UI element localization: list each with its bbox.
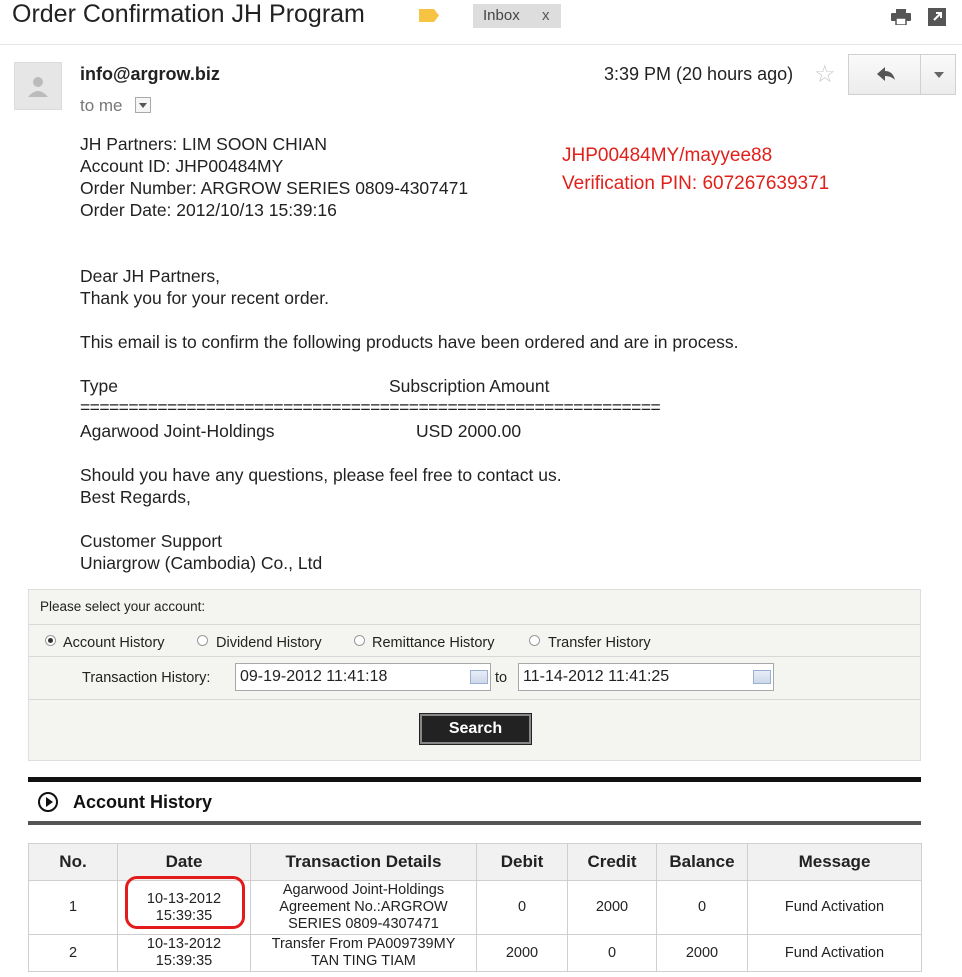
account-id-line: Account ID: JHP00484MY (80, 156, 284, 176)
details-text: Agarwood Joint-Holdings (282, 882, 445, 898)
date-highlight-circle (125, 876, 245, 929)
reply-icon (877, 67, 895, 81)
details-text: Transfer From PA009739MY (271, 936, 456, 952)
account-history-title: Account History (73, 792, 213, 812)
sender-address[interactable]: info@argrow.biz (80, 64, 220, 85)
column-header: Message (747, 843, 922, 881)
reply-button[interactable] (848, 54, 920, 95)
message-time: 3:39 PM (20 hours ago) (604, 64, 794, 84)
panel-title: Please select your account: (40, 599, 206, 614)
radio-dividend-history[interactable] (197, 635, 208, 646)
signature-team: Customer Support (80, 531, 223, 551)
questions-line: Should you have any questions, please fe… (80, 465, 562, 485)
thanks-line: Thank you for your recent order. (80, 288, 330, 308)
radio-transfer-history[interactable] (529, 635, 540, 646)
order-item-amount: USD 2000.00 (416, 421, 522, 441)
play-circle-icon (38, 792, 58, 812)
cell-no: 2 (28, 934, 118, 972)
confirm-line: This email is to confirm the following p… (80, 332, 739, 352)
order-number-line: Order Number: ARGROW SERIES 0809-4307471 (80, 178, 469, 198)
new-window-icon[interactable] (928, 8, 946, 26)
cell-details: Agarwood Joint-Holdings Agreement No.:ARG… (250, 880, 477, 935)
time-text: 15:39:35 (155, 953, 213, 969)
cell-debit: 2000 (476, 934, 568, 972)
cell-balance: 0 (656, 880, 748, 935)
to-date-input[interactable] (518, 663, 774, 691)
column-header: Debit (476, 843, 568, 881)
importance-label-icon[interactable] (419, 9, 439, 22)
separator-line: ========================================… (80, 397, 661, 417)
radio-account-history[interactable] (45, 635, 56, 646)
cell-message: Fund Activation (747, 934, 922, 972)
cell-no: 1 (28, 880, 118, 935)
to-label: to (495, 670, 508, 686)
section-divider (28, 821, 921, 825)
pin-annotation: Verification PIN: 607267639371 (562, 173, 830, 194)
radio-remittance-history[interactable] (354, 635, 365, 646)
credential-annotation: JHP00484MY/mayyee88 (562, 145, 773, 166)
panel-divider (28, 624, 921, 625)
signature-company: Uniargrow (Cambodia) Co., Ltd (80, 553, 323, 573)
column-header: Date (117, 843, 251, 881)
option-transfer-history[interactable]: Transfer History (548, 635, 651, 651)
details-text: Agreement No.:ARGROW (279, 899, 448, 915)
cell-debit: 0 (476, 880, 568, 935)
cell-balance: 2000 (656, 934, 748, 972)
option-account-history[interactable]: Account History (63, 635, 165, 651)
inbox-label-chip[interactable]: Inbox x (473, 4, 561, 28)
avatar (14, 62, 62, 110)
remove-label-button[interactable]: x (542, 7, 550, 24)
transaction-history-label: Transaction History: (82, 670, 211, 686)
star-icon[interactable]: ☆ (814, 60, 836, 89)
partners-line: JH Partners: LIM SOON CHIAN (80, 134, 327, 154)
calendar-icon[interactable] (753, 670, 771, 684)
cell-message: Fund Activation (747, 880, 922, 935)
cell-details: Transfer From PA009739MY TAN TING TIAM (250, 934, 477, 972)
person-icon (28, 77, 48, 97)
regards-line: Best Regards, (80, 487, 191, 507)
calendar-icon[interactable] (470, 670, 488, 684)
panel-divider (28, 699, 921, 700)
column-header: Credit (567, 843, 657, 881)
panel-divider (28, 656, 921, 657)
column-header: Transaction Details (250, 843, 477, 881)
order-col-type: Type (80, 376, 118, 396)
search-button[interactable]: Search (419, 713, 532, 745)
inbox-label-text: Inbox (483, 7, 520, 24)
show-details-dropdown[interactable] (135, 97, 151, 113)
column-header: Balance (656, 843, 748, 881)
header-divider (0, 44, 962, 45)
details-text: SERIES 0809-4307471 (288, 916, 439, 932)
recipient-label: to me (80, 96, 123, 115)
from-date-input[interactable] (235, 663, 491, 691)
option-dividend-history[interactable]: Dividend History (216, 635, 322, 651)
order-item-type: Agarwood Joint-Holdings (80, 421, 275, 441)
table-row: 2 10-13-2012 15:39:35 Transfer From PA009… (28, 934, 922, 972)
order-date-line: Order Date: 2012/10/13 15:39:16 (80, 200, 337, 220)
order-col-amount: Subscription Amount (389, 376, 550, 396)
section-divider (28, 777, 921, 782)
date-text: 10-13-2012 (146, 936, 222, 952)
print-icon[interactable] (891, 9, 911, 25)
option-remittance-history[interactable]: Remittance History (372, 635, 494, 651)
more-dropdown-icon[interactable] (920, 54, 956, 95)
details-text: TAN TING TIAM (311, 953, 416, 969)
cell-credit: 2000 (567, 880, 657, 935)
table-header-row: No. Date Transaction Details Debit Credi… (28, 843, 922, 881)
cell-credit: 0 (567, 934, 657, 972)
greeting: Dear JH Partners, (80, 266, 221, 286)
column-header: No. (28, 843, 118, 881)
email-subject: Order Confirmation JH Program (12, 0, 365, 28)
cell-date: 10-13-2012 15:39:35 (117, 934, 251, 972)
